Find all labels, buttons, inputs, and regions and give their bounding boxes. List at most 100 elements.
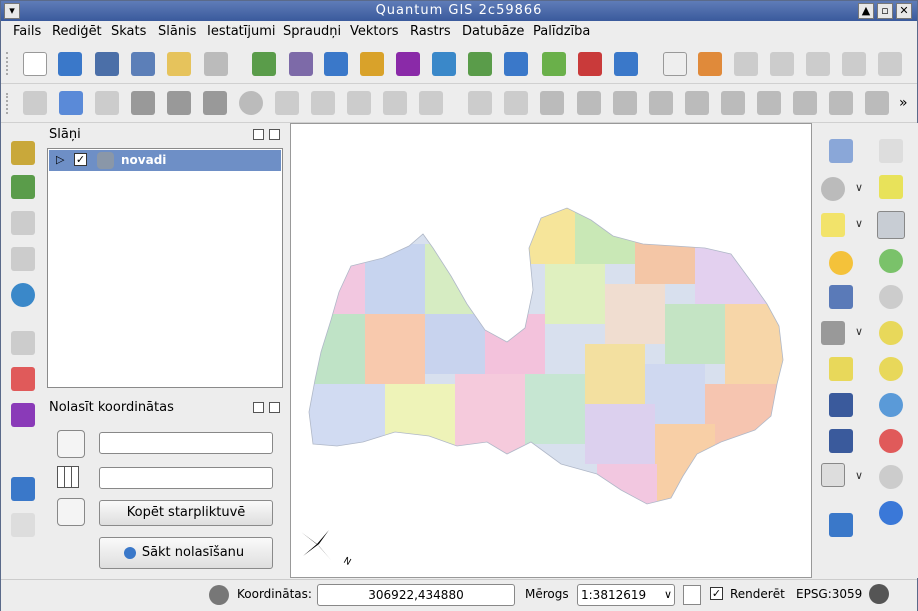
open-attribute-table-icon[interactable] <box>829 285 853 309</box>
scale-combobox[interactable]: 1:3812619 ∨ <box>577 584 675 606</box>
show-bookmarks-icon[interactable] <box>829 429 853 453</box>
coordinate-field-1[interactable] <box>99 432 273 454</box>
rotate-label-icon[interactable] <box>842 52 866 76</box>
save-project-icon[interactable] <box>95 52 119 76</box>
add-postgis-layer-icon[interactable] <box>324 52 348 76</box>
menu-datubaze[interactable]: Datubāze <box>462 24 524 39</box>
panel-close-icon[interactable] <box>269 129 280 140</box>
add-ring-icon[interactable] <box>577 91 601 115</box>
merge-attributes-icon[interactable] <box>865 91 889 115</box>
remove-layer-icon[interactable] <box>578 52 602 76</box>
show-hide-labels-icon[interactable] <box>770 52 794 76</box>
zoom-next-icon[interactable] <box>879 465 903 489</box>
chevron-down-icon[interactable]: ∨ <box>855 469 863 482</box>
toolbar-grip[interactable] <box>6 93 9 114</box>
mouse-coordinate-icon[interactable] <box>209 585 229 605</box>
delete-selected-icon[interactable] <box>239 91 263 115</box>
add-spatialite-layer-icon[interactable] <box>360 52 384 76</box>
move-label-icon[interactable] <box>806 52 830 76</box>
pin-labels-icon[interactable] <box>734 52 758 76</box>
zoom-to-layer-icon[interactable] <box>879 393 903 417</box>
deselect-all-icon[interactable] <box>829 251 853 275</box>
offset-curve-icon[interactable] <box>757 91 781 115</box>
map-crs-button[interactable] <box>57 498 85 526</box>
maximize-button[interactable]: ▫ <box>877 3 893 19</box>
menu-rediget[interactable]: Rediģēt <box>52 24 102 39</box>
paste-features-icon[interactable] <box>347 91 371 115</box>
save-layer-edits-icon[interactable] <box>95 91 119 115</box>
node-tool-icon[interactable] <box>203 91 227 115</box>
toolbar-overflow-icon[interactable]: » <box>899 95 908 111</box>
layer-list[interactable]: ▷ ✓ novadi <box>47 148 283 388</box>
menu-fails[interactable]: Fails <box>13 24 41 39</box>
delete-part-icon[interactable] <box>419 91 443 115</box>
add-mssql-layer-icon[interactable] <box>396 52 420 76</box>
menu-vektors[interactable]: Vektors <box>350 24 399 39</box>
panel-float-icon[interactable] <box>253 129 264 140</box>
open-project-icon[interactable] <box>58 52 82 76</box>
chevron-down-icon[interactable]: ∨ <box>855 217 863 230</box>
print-composer-manager-icon[interactable] <box>204 52 228 76</box>
new-project-icon[interactable] <box>23 52 47 76</box>
toggle-editing-icon[interactable] <box>59 91 83 115</box>
crs-selector-button[interactable] <box>57 430 85 458</box>
menu-palidziba[interactable]: Palīdzība <box>533 24 590 39</box>
spell-check-icon[interactable] <box>663 52 687 76</box>
add-raster-layer-icon[interactable] <box>252 52 276 76</box>
plugin-g-icon[interactable] <box>879 501 903 525</box>
chevron-down-icon[interactable]: ∨ <box>855 181 863 194</box>
copy-to-clipboard-button[interactable]: Kopēt starpliktuvē <box>99 500 273 526</box>
add-part-icon[interactable] <box>383 91 407 115</box>
select-features-icon[interactable] <box>821 213 845 237</box>
add-vector-layer-icon[interactable] <box>289 52 313 76</box>
zoom-full-icon[interactable] <box>879 321 903 345</box>
add-wfs-layer-icon[interactable] <box>504 52 528 76</box>
reshape-features-icon[interactable] <box>721 91 745 115</box>
add-wms-layer-icon[interactable] <box>432 52 456 76</box>
zoom-in-icon[interactable] <box>877 211 905 239</box>
chevron-down-icon[interactable]: ∨ <box>664 585 672 605</box>
copy-features-icon[interactable] <box>311 91 335 115</box>
delete-part-polygon-icon[interactable] <box>685 91 709 115</box>
gps-tool-icon[interactable] <box>11 367 35 391</box>
close-button[interactable]: ✕ <box>896 3 912 19</box>
new-print-composer-icon[interactable] <box>167 52 191 76</box>
identify-features-icon[interactable] <box>829 139 853 163</box>
layer-visibility-checkbox[interactable]: ✓ <box>74 153 87 166</box>
georeferencer-icon[interactable] <box>11 403 35 427</box>
map-canvas[interactable]: N <box>290 123 812 578</box>
pan-to-selection-icon[interactable] <box>879 175 903 199</box>
save-edits-icon[interactable] <box>23 91 47 115</box>
redo-icon[interactable] <box>504 91 528 115</box>
label-tool-icon[interactable] <box>698 52 722 76</box>
undo-icon[interactable] <box>468 91 492 115</box>
measure-line-icon[interactable] <box>821 321 845 345</box>
delete-ring-icon[interactable] <box>649 91 673 115</box>
new-spatialite-layer-icon[interactable] <box>614 52 638 76</box>
menu-slanis[interactable]: Slānis <box>158 24 196 39</box>
panel-float-icon[interactable] <box>253 402 264 413</box>
toolbar-grip[interactable] <box>6 52 9 75</box>
change-label-icon[interactable] <box>878 52 902 76</box>
zoom-to-selection-icon[interactable] <box>879 357 903 381</box>
new-shapefile-icon[interactable] <box>542 52 566 76</box>
crs-projection-icon[interactable] <box>869 584 889 604</box>
raster-histogram-icon[interactable] <box>11 141 35 165</box>
render-checkbox[interactable]: ✓ <box>710 587 723 600</box>
run-action-icon[interactable] <box>821 177 845 201</box>
raster-stretch-icon[interactable] <box>11 175 35 199</box>
title-bar[interactable]: ▾ Quantum GIS 2c59866 ▲ ▫ ✕ <box>1 1 917 21</box>
zoom-out-icon[interactable] <box>879 249 903 273</box>
cut-features-icon[interactable] <box>275 91 299 115</box>
simplify-feature-icon[interactable] <box>540 91 564 115</box>
crs-status-label[interactable]: EPSG:3059 <box>796 587 862 601</box>
text-annotation-icon[interactable] <box>821 463 845 487</box>
stop-render-icon[interactable] <box>683 585 701 605</box>
zoom-last-icon[interactable] <box>879 429 903 453</box>
coordinates-field[interactable]: 306922,434880 <box>317 584 515 606</box>
move-feature-icon[interactable] <box>167 91 191 115</box>
menu-iestatijumi[interactable]: Iestatījumi <box>207 24 276 39</box>
whats-this-icon[interactable] <box>11 513 35 537</box>
menu-rastrs[interactable]: Rastrs <box>410 24 451 39</box>
menu-spraudni[interactable]: Spraudņi <box>283 24 341 39</box>
